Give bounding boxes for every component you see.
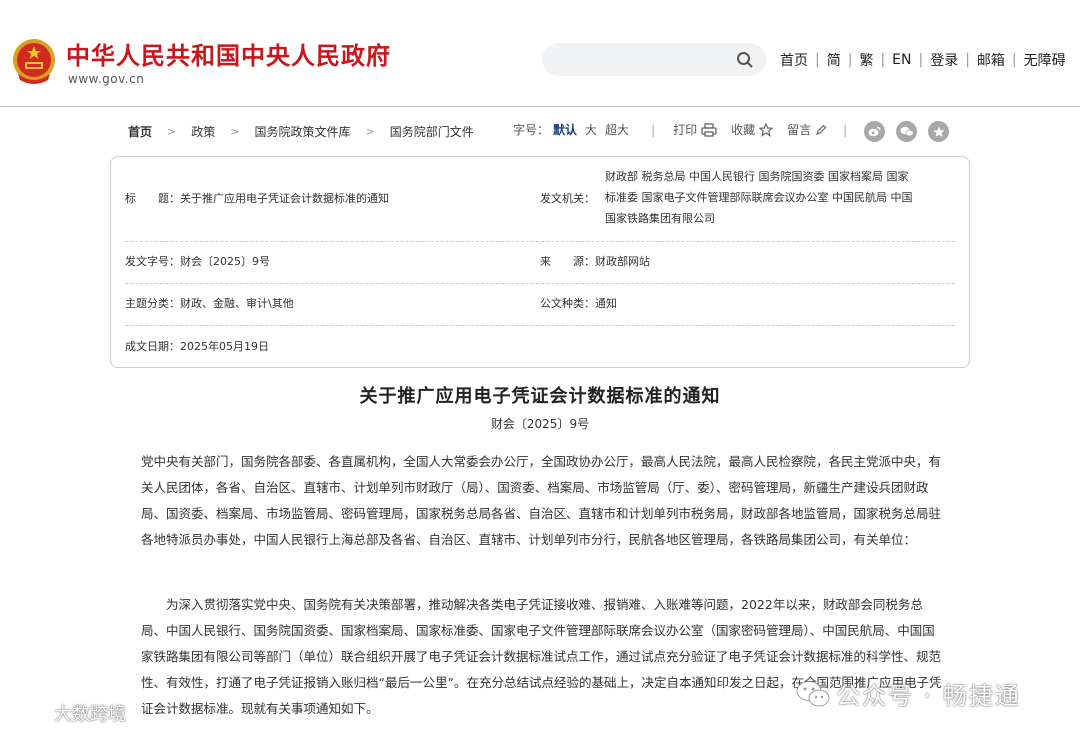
divider (125, 241, 955, 242)
font-size-large[interactable]: 大 (585, 121, 597, 138)
nav-separator: | (1011, 52, 1017, 68)
article-tools: 字号： 默认 大 超大 | 打印 收藏 留言 | (513, 121, 865, 138)
site-url[interactable]: www.gov.cn (68, 72, 144, 86)
nav-home[interactable]: 首页 (780, 50, 808, 70)
share-icons (864, 121, 960, 142)
document-title: 关于推广应用电子凭证会计数据标准的通知 (359, 386, 721, 407)
site-header: 中华人民共和国中央人民政府 www.gov.cn 首页 | 简 | 繁 | EN… (0, 0, 1080, 107)
nav-separator: | (880, 52, 886, 68)
comment-button[interactable]: 留言 (787, 121, 827, 138)
breadcrumb: 首页 > 政策 > 国务院政策文件库 > 国务院部门文件 (128, 123, 474, 140)
qzone-icon[interactable] (928, 121, 949, 142)
doctype-label: 公文种类： (540, 297, 595, 310)
tools-divider: | (651, 122, 656, 137)
star-icon (759, 122, 774, 137)
font-size-default[interactable]: 默认 (553, 121, 577, 138)
font-size-xlarge[interactable]: 超大 (605, 121, 629, 138)
font-size-label: 字号： (513, 123, 550, 137)
printer-icon (701, 122, 717, 137)
weibo-icon[interactable] (864, 121, 885, 142)
title-label: 标 题： (125, 192, 180, 205)
nav-separator: | (847, 52, 853, 68)
topic-value: 财政、金融、审计\其他 (180, 297, 294, 310)
breadcrumb-department-docs[interactable]: 国务院部门文件 (390, 123, 474, 140)
watermark-right: 公众号 · 畅捷通 (796, 676, 1021, 711)
favorite-button[interactable]: 收藏 (731, 121, 774, 138)
tools-divider: | (843, 122, 848, 137)
doctype-value: 通知 (595, 297, 617, 310)
site-title[interactable]: 中华人民共和国中央人民政府 (66, 36, 391, 71)
search-icon[interactable] (736, 51, 754, 69)
breadcrumb-home[interactable]: 首页 (128, 123, 152, 140)
document-info-table: 标 题：关于推广应用电子凭证会计数据标准的通知 发文机关： 财政部 税务总局 中… (110, 156, 970, 368)
wechat-logo-icon (796, 680, 830, 706)
pencil-icon (816, 124, 827, 135)
divider (125, 283, 955, 284)
nav-mail[interactable]: 邮箱 (977, 50, 1005, 70)
date-value: 2025年05月19日 (180, 340, 269, 353)
divider (125, 325, 955, 326)
print-label: 打印 (673, 123, 698, 137)
watermark-left-text: 大数跨境 (54, 704, 126, 725)
source-label: 来 源： (540, 255, 595, 268)
chevron-right-icon: > (167, 125, 177, 138)
date-label: 成文日期： (125, 340, 180, 353)
chevron-right-icon: > (365, 125, 375, 138)
top-nav: 首页 | 简 | 繁 | EN | 登录 | 邮箱 | 无障碍 (780, 50, 1066, 70)
chevron-right-icon: > (230, 125, 240, 138)
watermark-left: 大数跨境 (10, 700, 126, 726)
docno-value: 财会〔2025〕9号 (180, 255, 270, 268)
link-chain-icon (13, 702, 48, 724)
nav-english[interactable]: EN (892, 52, 911, 68)
topic-label: 主题分类： (125, 297, 180, 310)
issuer-value-line2: 标准委 国家电子文件管理部际联席会议办公室 中国民航局 中国 (605, 191, 913, 204)
search-box (542, 43, 766, 76)
search-input[interactable] (542, 43, 722, 76)
nav-separator: | (918, 52, 924, 68)
nav-traditional[interactable]: 繁 (859, 50, 873, 70)
nav-separator: | (815, 52, 820, 68)
issuer-value-line1: 财政部 税务总局 中国人民银行 国务院国资委 国家档案局 国家 (605, 170, 909, 183)
recipients-paragraph: 党中央有关部门，国务院各部委、各直属机构，全国人大常委会办公厅，全国政协办公厅，… (141, 454, 942, 547)
favorite-label: 收藏 (731, 123, 756, 137)
document-number: 财会〔2025〕9号 (490, 417, 590, 431)
nav-separator: | (965, 52, 970, 68)
nav-simplified[interactable]: 简 (827, 50, 841, 70)
print-button[interactable]: 打印 (673, 121, 717, 138)
docno-label: 发文字号： (125, 255, 180, 268)
issuer-label: 发文机关： (540, 192, 595, 205)
source-value: 财政部网站 (595, 255, 650, 268)
watermark-right-text: 公众号 · 畅捷通 (836, 682, 1021, 710)
title-value: 关于推广应用电子凭证会计数据标准的通知 (180, 192, 389, 205)
issuer-value-line3: 国家铁路集团有限公司 (605, 212, 715, 225)
breadcrumb-policy-library[interactable]: 国务院政策文件库 (254, 123, 350, 140)
comment-label: 留言 (787, 123, 812, 137)
nav-accessibility[interactable]: 无障碍 (1024, 50, 1066, 70)
national-emblem-icon[interactable] (12, 38, 56, 84)
nav-login[interactable]: 登录 (930, 50, 958, 70)
breadcrumb-policy[interactable]: 政策 (191, 123, 215, 140)
wechat-icon[interactable] (896, 121, 917, 142)
